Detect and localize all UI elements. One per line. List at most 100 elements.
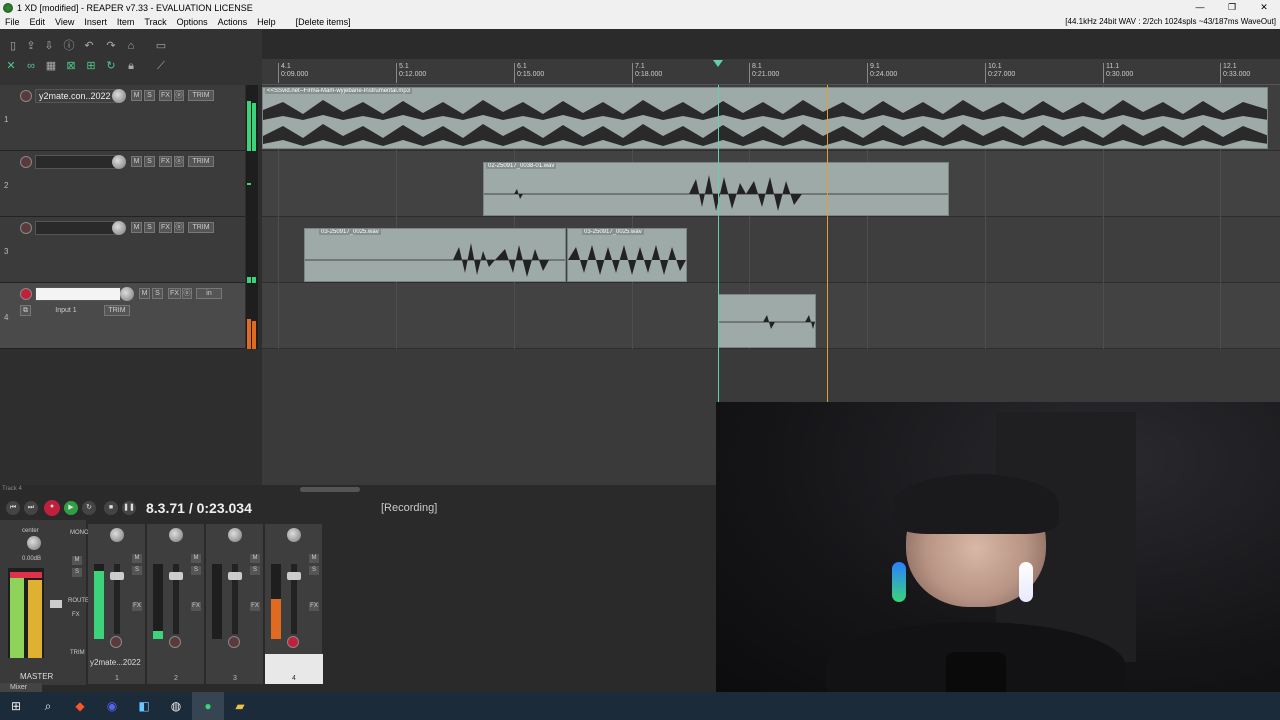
file-explorer-icon[interactable]: ▰ <box>224 692 256 720</box>
strip-pan-knob[interactable] <box>169 528 183 542</box>
record-arm-button[interactable] <box>20 222 32 234</box>
mute-button[interactable]: M <box>131 156 142 167</box>
redo-icon[interactable]: ↷ <box>104 39 118 53</box>
track-4-header[interactable]: 4 M S FX ⓞ in ⧉ Input 1 TRIM <box>0 283 245 349</box>
item-grouping-icon[interactable]: ∞ <box>24 59 38 73</box>
reaper-icon[interactable]: ● <box>192 692 224 720</box>
strip-mute-button[interactable]: M <box>132 554 142 563</box>
maximize-button[interactable]: ❐ <box>1216 0 1248 15</box>
phase-button[interactable]: ⓞ <box>174 90 184 101</box>
fx-button[interactable]: FX <box>159 222 172 233</box>
track-name-field[interactable]: y2mate.con..2022 <box>35 89 117 103</box>
media-item-vocal-2[interactable]: 02-250917_0038-01.wav <box>483 162 949 216</box>
menu-options[interactable]: Options <box>172 15 213 29</box>
media-item-instrumental[interactable]: <<SSvid.net--Firma-Mam-wyjebane-Instrume… <box>262 87 1268 149</box>
master-fx-button[interactable]: FX <box>72 612 80 618</box>
undo-icon[interactable]: ↶ <box>82 39 96 53</box>
master-fader[interactable] <box>50 600 62 608</box>
repeat-icon[interactable]: ↻ <box>82 501 96 515</box>
go-to-end-icon[interactable]: ⏭ <box>24 501 38 515</box>
strip-fx-button[interactable]: FX <box>309 602 319 611</box>
strip-mute-button[interactable]: M <box>309 554 319 563</box>
strip-pan-knob[interactable] <box>228 528 242 542</box>
input-select[interactable]: Input 1 <box>34 305 98 316</box>
menu-actions[interactable]: Actions <box>213 15 253 29</box>
start-icon[interactable]: ⊞ <box>0 692 32 720</box>
minimize-button[interactable]: — <box>1184 0 1216 15</box>
media-item-vocal-3a[interactable]: 03-250917_0025.wav <box>304 228 566 282</box>
track-name-field[interactable] <box>35 287 121 301</box>
volume-knob[interactable] <box>120 287 134 301</box>
master-solo-button[interactable]: S <box>72 568 82 577</box>
new-project-icon[interactable]: ▯ <box>6 39 20 53</box>
trim-button[interactable]: TRIM <box>188 222 214 233</box>
strip-fx-button[interactable]: FX <box>191 602 201 611</box>
mute-button[interactable]: M <box>139 288 150 299</box>
edit-cursor-marker-icon[interactable] <box>713 60 723 67</box>
snap-grid-icon[interactable]: ▦ <box>44 59 58 73</box>
mute-button[interactable]: M <box>131 90 142 101</box>
track-1-header[interactable]: 1 y2mate.con..2022 M S FX ⓞ TRIM <box>0 85 245 151</box>
phase-button[interactable]: ⓞ <box>174 222 184 233</box>
menu-insert[interactable]: Insert <box>79 15 112 29</box>
lock-icon[interactable]: 🔒︎ <box>124 59 138 73</box>
grid-icon[interactable]: ⊞ <box>84 59 98 73</box>
menu-view[interactable]: View <box>50 15 79 29</box>
record-arm-button[interactable] <box>20 288 32 300</box>
metronome-icon[interactable]: ⌂ <box>124 39 138 53</box>
strip-fader[interactable] <box>287 572 301 580</box>
volume-knob[interactable] <box>112 155 126 169</box>
ripple-edit-icon[interactable]: ✕ <box>4 59 18 73</box>
solo-button[interactable]: S <box>144 222 155 233</box>
timeline-ruler[interactable]: 4.1 0:09.000 5.1 0:12.000 6.1 0:15.000 7.1 0… <box>262 59 1280 85</box>
master-trim-button[interactable]: TRIM <box>70 650 85 656</box>
close-button[interactable]: ✕ <box>1248 0 1280 15</box>
solo-button[interactable]: S <box>144 156 155 167</box>
menu-track[interactable]: Track <box>139 15 171 29</box>
discord-icon[interactable]: ◉ <box>96 692 128 720</box>
brave-browser-icon[interactable]: ◆ <box>64 692 96 720</box>
media-item-vocal-3b[interactable]: 03-250917_0025.wav <box>567 228 687 282</box>
strip-fx-button[interactable]: FX <box>250 602 260 611</box>
toggle-window-icon[interactable]: ▭ <box>154 39 168 53</box>
app-icon[interactable]: ◧ <box>128 692 160 720</box>
solo-button[interactable]: S <box>152 288 163 299</box>
strip-record-arm-button[interactable] <box>228 636 240 648</box>
media-item-recording[interactable] <box>718 294 816 348</box>
route-button[interactable]: ROUTE <box>68 598 89 604</box>
trim-button[interactable]: TRIM <box>104 305 130 316</box>
menu-file[interactable]: File <box>0 15 25 29</box>
track-name-field[interactable] <box>35 155 117 169</box>
strip-record-arm-button[interactable] <box>110 636 122 648</box>
auto-crossfade-icon[interactable]: ⊠ <box>64 59 78 73</box>
strip-solo-button[interactable]: S <box>132 566 142 575</box>
strip-mute-button[interactable]: M <box>250 554 260 563</box>
strip-record-arm-button[interactable] <box>169 636 181 648</box>
strip-solo-button[interactable]: S <box>191 566 201 575</box>
envelope-icon[interactable]: ⟋ <box>154 59 168 73</box>
project-settings-icon[interactable]: ⓘ <box>62 39 76 53</box>
track-name-field[interactable] <box>35 221 117 235</box>
strip-pan-knob[interactable] <box>287 528 301 542</box>
track-3-header[interactable]: 3 M S FX ⓞ TRIM <box>0 217 245 283</box>
strip-solo-button[interactable]: S <box>309 566 319 575</box>
input-monitor-button[interactable]: in <box>196 288 222 299</box>
save-project-icon[interactable]: ⇩ <box>42 39 56 53</box>
fx-button[interactable]: FX <box>159 90 172 101</box>
go-to-start-icon[interactable]: ⏮ <box>6 501 20 515</box>
menu-help[interactable]: Help <box>252 15 281 29</box>
menu-item[interactable]: Item <box>112 15 140 29</box>
strip-fader[interactable] <box>228 572 242 580</box>
volume-knob[interactable] <box>112 89 126 103</box>
strip-fader[interactable] <box>110 572 124 580</box>
master-mute-button[interactable]: M <box>72 556 82 565</box>
fx-button[interactable]: FX <box>159 156 172 167</box>
search-icon[interactable]: ⌕ <box>32 692 64 720</box>
obs-icon[interactable]: ◍ <box>160 692 192 720</box>
strip-solo-button[interactable]: S <box>250 566 260 575</box>
strip-mute-button[interactable]: M <box>191 554 201 563</box>
volume-knob[interactable] <box>112 221 126 235</box>
strip-record-arm-button[interactable] <box>287 636 299 648</box>
fx-button[interactable]: FX <box>168 288 181 299</box>
strip-fader[interactable] <box>169 572 183 580</box>
